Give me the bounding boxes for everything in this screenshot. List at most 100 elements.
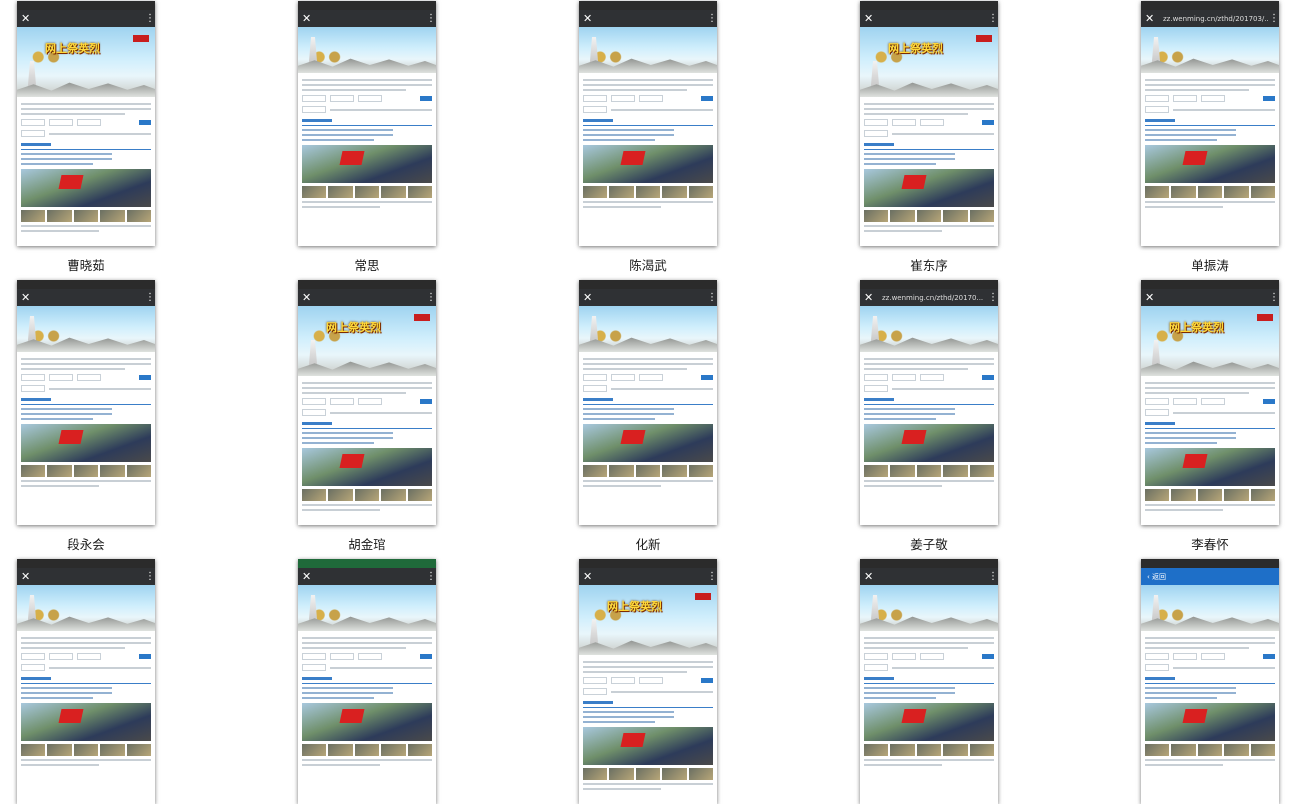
back-button[interactable]: ‹ 返回 <box>1145 572 1166 582</box>
tile-thumbnail[interactable]: ✕ ⋮ 网上祭英烈 <box>298 280 436 525</box>
close-icon[interactable]: ✕ <box>21 12 33 25</box>
close-icon[interactable]: ✕ <box>583 291 595 304</box>
page-content <box>1141 376 1279 517</box>
tile-thumbnail[interactable]: ✕ zz.wenming.cn/zthd/201703/... ⋮ <box>1141 1 1279 246</box>
more-vertical-icon[interactable]: ⋮ <box>145 571 155 582</box>
close-icon[interactable]: ✕ <box>583 570 595 583</box>
tile-thumbnail[interactable]: ✕ ⋮ <box>17 280 155 525</box>
screenshot-tile[interactable]: ✕ ⋮ 网上祭英烈曹晓茹 <box>17 1 155 273</box>
memorial-banner: 网上祭英烈 <box>17 27 155 97</box>
mountain-graphic <box>579 640 717 655</box>
tile-thumbnail[interactable]: ✕ ⋮ 网上祭英烈 <box>1141 280 1279 525</box>
memorial-banner <box>1141 27 1279 73</box>
site-badge <box>414 314 430 321</box>
more-vertical-icon[interactable]: ⋮ <box>426 13 436 24</box>
tile-thumbnail[interactable]: ✕ ⋮ <box>579 280 717 525</box>
mountain-graphic <box>1141 361 1279 376</box>
screenshot-tile[interactable]: ✕ ⋮ 常思 <box>298 1 436 273</box>
browser-toolbar: ✕ ⋮ <box>17 289 155 306</box>
phone-status-bar <box>17 280 155 289</box>
tile-thumbnail[interactable]: ‹ 返回 <box>1141 559 1279 804</box>
close-icon[interactable]: ✕ <box>302 291 314 304</box>
banner-title: 网上祭英烈 <box>888 42 943 55</box>
close-icon[interactable]: ✕ <box>1145 12 1157 25</box>
screenshot-tile[interactable]: ✕ ⋮ <box>17 559 155 804</box>
more-vertical-icon[interactable]: ⋮ <box>426 292 436 303</box>
tile-caption: 常思 <box>354 258 380 273</box>
tile-thumbnail[interactable]: ✕ ⋮ <box>298 1 436 246</box>
more-vertical-icon[interactable]: ⋮ <box>988 571 998 582</box>
page-content <box>579 655 717 796</box>
screenshot-tile[interactable]: ✕ ⋮ 陈渴武 <box>579 1 717 273</box>
browser-toolbar: ✕ ⋮ <box>860 568 998 585</box>
phone-status-bar <box>298 1 436 10</box>
more-vertical-icon[interactable]: ⋮ <box>426 571 436 582</box>
site-badge <box>1257 314 1273 321</box>
close-icon[interactable]: ✕ <box>21 291 33 304</box>
more-vertical-icon[interactable]: ⋮ <box>707 571 717 582</box>
tile-caption: 李春怀 <box>1191 537 1229 552</box>
tile-thumbnail[interactable]: ✕ ⋮ <box>579 1 717 246</box>
memorial-banner <box>298 585 436 631</box>
screenshot-tile[interactable]: ‹ 返回 <box>1141 559 1279 804</box>
page-url: zz.wenming.cn/zthd/201703/... <box>1163 14 1269 23</box>
tile-caption: 曹晓茹 <box>67 258 105 273</box>
more-vertical-icon[interactable]: ⋮ <box>145 13 155 24</box>
more-vertical-icon[interactable]: ⋮ <box>1269 292 1279 303</box>
phone-status-bar <box>579 1 717 10</box>
memorial-banner <box>1141 585 1279 631</box>
screenshot-tile[interactable]: ✕ ⋮ <box>298 559 436 804</box>
tile-caption: 崔东序 <box>910 258 948 273</box>
screenshot-tile[interactable]: ✕ ⋮ <box>860 559 998 804</box>
browser-toolbar: ‹ 返回 <box>1141 568 1279 585</box>
close-icon[interactable]: ✕ <box>583 12 595 25</box>
site-badge <box>976 35 992 42</box>
more-vertical-icon[interactable]: ⋮ <box>145 292 155 303</box>
banner-title: 网上祭英烈 <box>326 321 381 334</box>
page-content <box>860 97 998 238</box>
phone-status-bar <box>17 559 155 568</box>
close-icon[interactable]: ✕ <box>864 12 876 25</box>
screenshot-tile[interactable]: ✕ ⋮ 化新 <box>579 280 717 552</box>
mountain-graphic <box>860 82 998 97</box>
screenshot-tile[interactable]: ✕ ⋮ 网上祭英烈 <box>579 559 717 804</box>
more-vertical-icon[interactable]: ⋮ <box>988 13 998 24</box>
tile-thumbnail[interactable]: ✕ ⋮ <box>17 559 155 804</box>
more-vertical-icon[interactable]: ⋮ <box>707 13 717 24</box>
memorial-banner: 网上祭英烈 <box>579 585 717 655</box>
page-url: zz.wenming.cn/zthd/20170... <box>882 293 984 302</box>
tile-thumbnail[interactable]: ✕ ⋮ 网上祭英烈 <box>579 559 717 804</box>
screenshot-tile[interactable]: ✕ zz.wenming.cn/zthd/201703/... ⋮ 单振涛 <box>1141 1 1279 273</box>
more-vertical-icon[interactable]: ⋮ <box>988 292 998 303</box>
screenshot-tile[interactable]: ✕ ⋮ 网上祭英烈李春怀 <box>1141 280 1279 552</box>
browser-toolbar: ✕ ⋮ <box>579 10 717 27</box>
page-content <box>1141 631 1279 772</box>
tile-caption: 化新 <box>635 537 661 552</box>
phone-status-bar <box>1141 1 1279 10</box>
memorial-banner: 网上祭英烈 <box>1141 306 1279 376</box>
phone-status-bar <box>579 280 717 289</box>
tile-thumbnail[interactable]: ✕ ⋮ <box>298 559 436 804</box>
screenshot-tile[interactable]: ✕ zz.wenming.cn/zthd/20170... ⋮ 姜子敬 <box>860 280 998 552</box>
screenshot-tile[interactable]: ✕ ⋮ 段永会 <box>17 280 155 552</box>
close-icon[interactable]: ✕ <box>21 570 33 583</box>
tile-thumbnail[interactable]: ✕ ⋮ <box>860 559 998 804</box>
browser-toolbar: ✕ zz.wenming.cn/zthd/201703/... ⋮ <box>1141 10 1279 27</box>
close-icon[interactable]: ✕ <box>302 570 314 583</box>
close-icon[interactable]: ✕ <box>302 12 314 25</box>
tile-thumbnail[interactable]: ✕ ⋮ 网上祭英烈 <box>17 1 155 246</box>
more-vertical-icon[interactable]: ⋮ <box>707 292 717 303</box>
tile-thumbnail[interactable]: ✕ zz.wenming.cn/zthd/20170... ⋮ <box>860 280 998 525</box>
tile-caption: 胡金琯 <box>348 537 386 552</box>
close-icon[interactable]: ✕ <box>864 570 876 583</box>
memorial-banner <box>860 585 998 631</box>
screenshot-tile[interactable]: ✕ ⋮ 网上祭英烈 胡金琯 <box>298 280 436 552</box>
site-badge <box>695 593 711 600</box>
screenshot-tile[interactable]: ✕ ⋮ 网上祭英烈崔东序 <box>860 1 998 273</box>
page-content <box>17 352 155 493</box>
more-vertical-icon[interactable]: ⋮ <box>1269 13 1279 24</box>
close-icon[interactable]: ✕ <box>1145 291 1157 304</box>
browser-toolbar: ✕ ⋮ <box>298 289 436 306</box>
close-icon[interactable]: ✕ <box>864 291 876 304</box>
tile-thumbnail[interactable]: ✕ ⋮ 网上祭英烈 <box>860 1 998 246</box>
